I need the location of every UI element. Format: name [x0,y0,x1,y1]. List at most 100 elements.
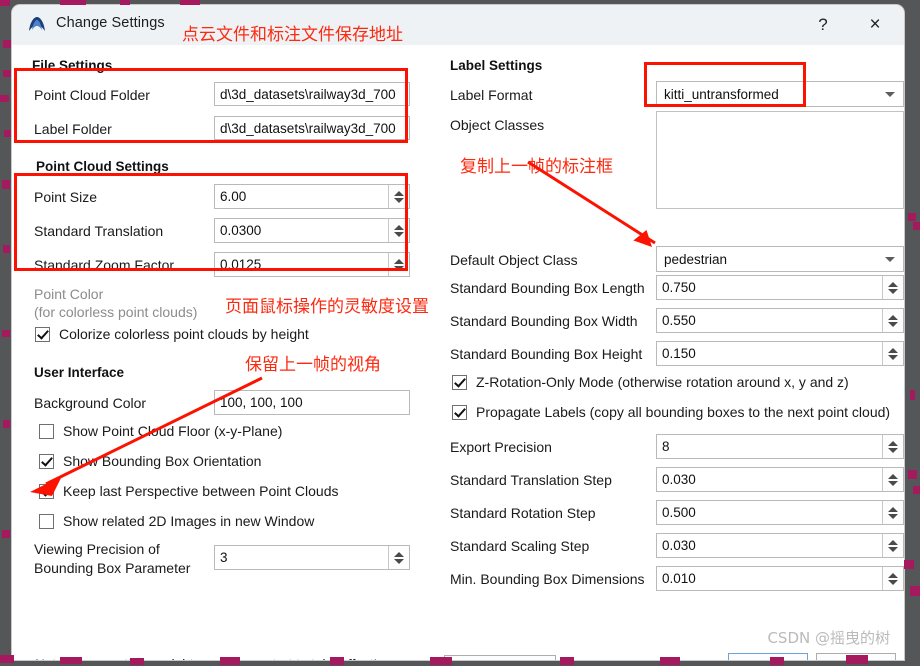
spinner-point-size-value: 6.00 [220,189,247,204]
label-min-bbox-dimensions: Min. Bounding Box Dimensions [450,571,645,587]
chevron-down-icon-default-class [885,257,895,262]
group-title-file-settings: File Settings [32,58,113,73]
input-background-color[interactable]: 100, 100, 100 [214,390,410,415]
checkbox-show-related-2d-images[interactable]: Show related 2D Images in new Window [39,513,314,529]
spinner-std-scaling-step[interactable]: 0.030 [656,533,904,558]
settings-content: File Settings Point Cloud Folder d\3d_da… [12,45,904,660]
spinner-std-translation-step[interactable]: 0.030 [656,467,904,492]
spinner-export-precision[interactable]: 8 [656,434,904,459]
checkbox-z-rotation-only[interactable]: Z-Rotation-Only Mode (otherwise rotation… [452,374,849,390]
textarea-object-classes[interactable] [656,111,904,209]
checkbox-propagate-labels-box[interactable] [452,404,467,420]
annotation-text-keep-view: 保留上一帧的视角 [245,355,381,375]
spinner-std-bbox-height-arrows[interactable] [882,342,903,365]
select-label-format[interactable]: kitti_untransformed [656,81,904,107]
annotation-text-sensitivity: 页面鼠标操作的灵敏度设置 [225,297,429,317]
spinner-min-bbox-dimensions[interactable]: 0.010 [656,566,904,591]
label-std-bbox-length: Standard Bounding Box Length [450,280,645,296]
spinner-export-precision-arrows[interactable] [882,435,903,458]
spinner-standard-zoom-factor[interactable]: 0.0125 [214,252,410,277]
label-viewing-precision-line2: Bounding Box Parameter [34,560,191,576]
spinner-std-bbox-length-value: 0.750 [662,280,696,295]
annotation-text-copy-box: 复制上一帧的标注框 [460,157,613,177]
help-button[interactable]: ? [800,5,846,45]
checkbox-colorize-colorless-box[interactable] [35,326,50,342]
label-std-scaling-step: Standard Scaling Step [450,538,590,554]
spinner-std-bbox-length-arrows[interactable] [882,276,903,299]
select-default-object-class[interactable]: pedestrian [656,246,904,272]
spinner-std-scaling-step-arrows[interactable] [882,534,903,557]
spinner-std-bbox-height-value: 0.150 [662,346,696,361]
spinner-std-bbox-length[interactable]: 0.750 [656,275,904,300]
spinner-min-bbox-dimensions-arrows[interactable] [882,567,903,590]
spinner-std-bbox-width-arrows[interactable] [882,309,903,332]
spinner-std-bbox-width-value: 0.550 [662,313,696,328]
checkbox-keep-last-perspective-label: Keep last Perspective between Point Clou… [63,483,339,499]
checkbox-show-point-cloud-floor-label: Show Point Cloud Floor (x-y-Plane) [63,423,283,439]
label-point-size: Point Size [34,189,98,205]
spinner-point-size-arrows[interactable] [388,185,409,208]
group-title-label-settings: Label Settings [450,58,543,73]
label-default-object-class: Default Object Class [450,252,578,268]
reset-to-default-button[interactable]: Reset to Default [444,655,556,660]
label-point-color-hint: (for colorless point clouds) [34,304,198,320]
checkbox-show-related-2d-images-box[interactable] [39,513,54,529]
label-standard-zoom-factor: Standard Zoom Factor [34,257,175,273]
spinner-std-bbox-width[interactable]: 0.550 [656,308,904,333]
spinner-std-translation-step-value: 0.030 [662,472,696,487]
spinner-export-precision-value: 8 [662,439,670,454]
label-background-color: Background Color [34,395,147,411]
save-button[interactable]: Save [728,653,808,660]
checkbox-show-bounding-box-orientation-box[interactable] [39,453,54,469]
spinner-viewing-precision-arrows[interactable] [388,546,409,569]
window-title: Change Settings [56,15,165,31]
checkbox-propagate-labels-label: Propagate Labels (copy all bounding boxe… [476,404,891,420]
label-standard-translation: Standard Translation [34,223,164,239]
checkbox-show-point-cloud-floor-box[interactable] [39,423,54,439]
checkbox-show-related-2d-images-label: Show related 2D Images in new Window [63,513,315,529]
spinner-standard-zoom-factor-value: 0.0125 [220,257,262,272]
spinner-std-rotation-step-arrows[interactable] [882,501,903,524]
cancel-button[interactable]: Cancel [816,653,896,660]
label-export-precision: Export Precision [450,439,552,455]
spinner-min-bbox-dimensions-value: 0.010 [662,571,696,586]
spinner-std-rotation-step-value: 0.500 [662,505,696,520]
label-label-folder: Label Folder [34,121,112,137]
checkbox-z-rotation-only-box[interactable] [452,374,467,390]
spinner-std-rotation-step[interactable]: 0.500 [656,500,904,525]
input-point-cloud-folder[interactable]: d\3d_datasets\railway3d_700 [214,82,410,106]
spinner-standard-zoom-factor-arrows[interactable] [388,253,409,276]
label-point-cloud-folder: Point Cloud Folder [34,87,150,103]
spinner-std-bbox-height[interactable]: 0.150 [656,341,904,366]
spinner-standard-translation[interactable]: 0.0300 [214,218,410,243]
checkbox-colorize-colorless[interactable]: Colorize colorless point clouds by heigh… [35,326,309,342]
label-std-bbox-height: Standard Bounding Box Height [450,346,643,362]
checkbox-z-rotation-only-label: Z-Rotation-Only Mode (otherwise rotation… [476,374,849,390]
spinner-viewing-precision[interactable]: 3 [214,545,410,570]
checkbox-show-bounding-box-orientation[interactable]: Show Bounding Box Orientation [39,453,261,469]
checkbox-show-point-cloud-floor[interactable]: Show Point Cloud Floor (x-y-Plane) [39,423,282,439]
desktop-background: Change Settings ? × File Settings Point … [0,0,920,666]
checkbox-keep-last-perspective[interactable]: Keep last Perspective between Point Clou… [39,483,339,499]
checkbox-keep-last-perspective-box[interactable] [39,483,54,499]
change-settings-dialog: Change Settings ? × File Settings Point … [12,5,904,660]
checkbox-propagate-labels[interactable]: Propagate Labels (copy all bounding boxe… [452,404,890,420]
label-std-bbox-width: Standard Bounding Box Width [450,313,638,329]
title-bar: Change Settings ? × [12,5,904,46]
restart-note: Note: Some settings might require a rest… [34,657,376,660]
spinner-standard-translation-arrows[interactable] [388,219,409,242]
label-std-translation-step: Standard Translation Step [450,472,612,488]
label-label-format: Label Format [450,87,533,103]
checkbox-colorize-colorless-label: Colorize colorless point clouds by heigh… [59,326,309,342]
select-default-object-class-value: pedestrian [664,251,728,267]
input-label-folder[interactable]: d\3d_datasets\railway3d_700 [214,116,410,140]
spinner-standard-translation-value: 0.0300 [220,223,262,238]
spinner-point-size[interactable]: 6.00 [214,184,410,209]
spinner-std-translation-step-arrows[interactable] [882,468,903,491]
checkbox-show-bounding-box-orientation-label: Show Bounding Box Orientation [63,453,262,469]
watermark: CSDN @摇曳的树 [767,629,890,647]
group-title-point-cloud-settings: Point Cloud Settings [36,159,169,174]
label-object-classes: Object Classes [450,117,545,133]
chevron-down-icon [885,92,895,97]
close-button[interactable]: × [852,5,898,45]
